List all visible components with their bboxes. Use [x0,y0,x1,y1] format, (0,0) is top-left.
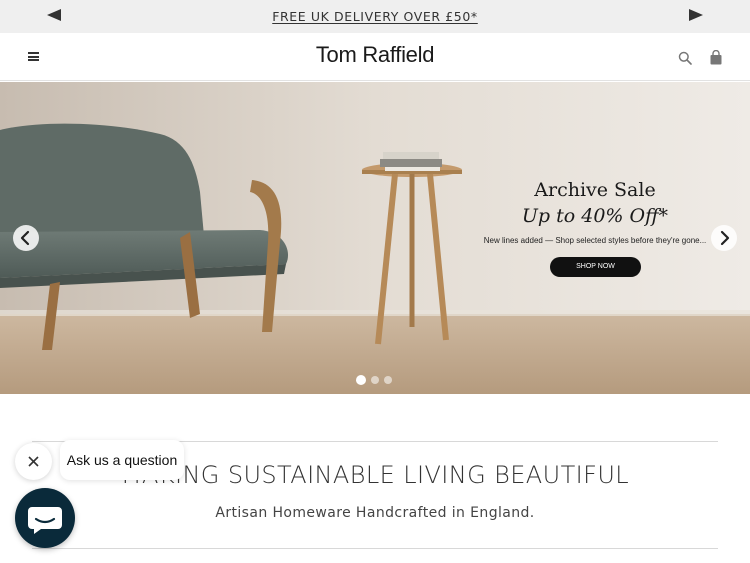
site-logo[interactable]: Tom Raffield [316,42,435,67]
chat-close-button[interactable] [15,443,52,480]
search-icon[interactable] [678,51,692,65]
hero-banner: Archive Sale Up to 40% Off* New lines ad… [0,82,750,394]
site-header: Tom Raffield [0,33,750,81]
carousel-dot-1[interactable] [356,375,366,385]
hero-next-button[interactable] [711,225,737,251]
chat-prompt-bubble[interactable]: Ask us a question [60,440,184,480]
hero-prev-button[interactable] [13,225,39,251]
section-tagline: Artisan Homeware Handcrafted in England. [215,505,535,521]
chat-icon [28,507,62,534]
shop-now-button[interactable]: SHOP NOW [550,257,641,277]
logo-wrap: Tom Raffield [0,42,750,68]
hero-title: Archive Sale [534,179,656,201]
hero-note: New lines added — Shop selected styles b… [483,236,707,245]
section-divider-bottom [32,548,718,549]
announcement-link[interactable]: FREE UK DELIVERY OVER £50* [272,9,478,24]
announcement-text-wrap: FREE UK DELIVERY OVER £50* [0,9,750,24]
carousel-dot-2[interactable] [371,376,379,384]
chevron-right-icon [720,230,730,246]
chevron-left-icon [20,230,30,246]
shopping-bag-icon[interactable] [709,50,723,65]
chat-launcher-button[interactable] [15,488,75,548]
hero-subtitle: Up to 40% Off* [521,205,669,227]
close-icon [28,456,39,467]
announcement-next-icon[interactable] [689,9,703,21]
announcement-bar: FREE UK DELIVERY OVER £50* [0,0,750,33]
carousel-dot-3[interactable] [384,376,392,384]
